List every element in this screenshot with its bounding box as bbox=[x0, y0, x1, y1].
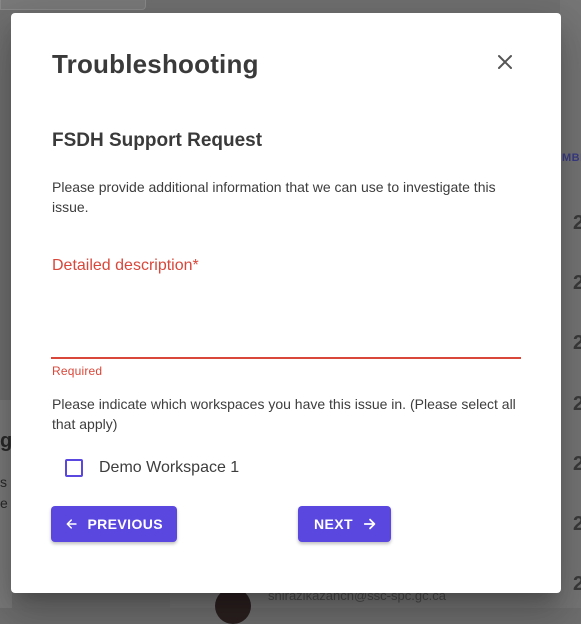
background-number: 2 bbox=[573, 573, 581, 595]
next-label: NEXT bbox=[314, 516, 353, 532]
arrow-left-icon bbox=[66, 519, 77, 529]
description-input[interactable] bbox=[51, 283, 525, 355]
section-title: FSDH Support Request bbox=[52, 130, 263, 151]
workspace-checkbox[interactable] bbox=[65, 459, 83, 477]
background-number: 2 bbox=[573, 212, 581, 234]
background-number: 2 bbox=[573, 513, 581, 535]
next-button[interactable]: NEXT bbox=[298, 506, 391, 542]
background-top-box bbox=[0, 0, 146, 10]
troubleshooting-dialog: Troubleshooting FSDH Support Request Ple… bbox=[11, 13, 561, 593]
description-field[interactable]: Detailed description* bbox=[51, 253, 525, 359]
workspace-option[interactable]: Demo Workspace 1 bbox=[65, 459, 239, 477]
previous-label: PREVIOUS bbox=[87, 516, 163, 532]
helper-text: Please provide additional information th… bbox=[52, 179, 496, 215]
dialog-title: Troubleshooting bbox=[52, 49, 259, 79]
close-icon bbox=[498, 55, 512, 69]
previous-button[interactable]: PREVIOUS bbox=[51, 506, 177, 542]
background-column-header: MBE bbox=[562, 152, 581, 164]
background-number: 2 bbox=[573, 393, 581, 415]
background-number: 2 bbox=[573, 453, 581, 475]
workspace-label: Demo Workspace 1 bbox=[99, 459, 240, 476]
description-label: Detailed description* bbox=[52, 257, 199, 274]
arrow-right-icon bbox=[363, 518, 376, 530]
avatar bbox=[215, 588, 251, 624]
workspace-question: Please indicate which workspaces you hav… bbox=[52, 396, 516, 432]
background-number: 2 bbox=[573, 332, 581, 354]
background-number: 2 bbox=[573, 272, 581, 294]
description-error-text: Required bbox=[52, 364, 103, 378]
close-button[interactable] bbox=[491, 48, 519, 76]
